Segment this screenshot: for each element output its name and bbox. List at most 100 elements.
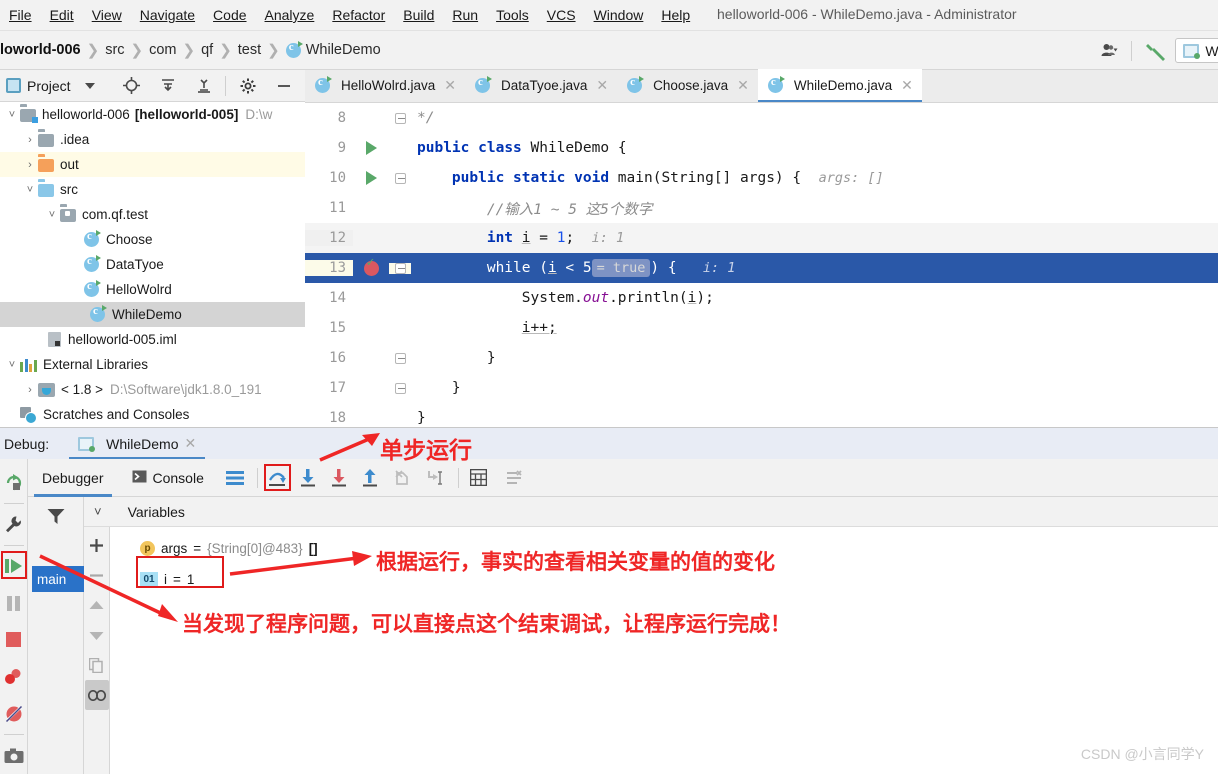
user-dropdown-icon[interactable]: [1093, 31, 1126, 70]
fold-icon[interactable]: [389, 262, 411, 274]
tree-node-src[interactable]: ˅ src: [0, 177, 305, 202]
settings-wrench-icon[interactable]: [0, 506, 28, 543]
copy-icon[interactable]: [85, 650, 109, 680]
chevron-down-icon[interactable]: ˅: [44, 209, 60, 221]
breadcrumb-src[interactable]: src: [105, 42, 124, 58]
tree-node-scratches[interactable]: Scratches and Consoles: [0, 402, 305, 427]
code-editor[interactable]: 8 */ 9 public class WhileDemo { 10 publi…: [305, 103, 1218, 427]
java-class-icon: [767, 76, 785, 93]
force-step-into-icon[interactable]: [326, 464, 353, 491]
breadcrumb-project[interactable]: lloworld-006: [0, 42, 81, 58]
code-text: }: [451, 380, 461, 396]
tree-node-external-libraries[interactable]: ˅ External Libraries: [0, 352, 305, 377]
menu-navigate[interactable]: Navigate: [131, 3, 204, 27]
menu-file[interactable]: File: [0, 3, 41, 27]
tree-label: External Libraries: [43, 357, 149, 372]
run-to-cursor-icon[interactable]: [423, 464, 450, 491]
tree-node-hellowolrd[interactable]: HelloWolrd: [0, 277, 305, 302]
breadcrumb-qf[interactable]: qf: [201, 42, 213, 58]
tree-node-choose[interactable]: Choose: [0, 227, 305, 252]
screenshot-icon[interactable]: [0, 737, 28, 774]
menu-code[interactable]: Code: [204, 3, 255, 27]
fold-icon[interactable]: [389, 172, 411, 184]
fold-icon[interactable]: [389, 112, 411, 124]
tab-console[interactable]: Console: [118, 459, 218, 497]
debug-session-tab-whiledemo[interactable]: WhileDemo ✕: [69, 428, 206, 460]
hide-toolwindow-icon[interactable]: [273, 75, 295, 97]
chevron-right-icon[interactable]: ›: [22, 384, 38, 396]
frames-pane[interactable]: [28, 497, 84, 774]
gear-icon[interactable]: [237, 75, 259, 97]
run-gutter-icon[interactable]: [353, 141, 389, 155]
tree-node-iml[interactable]: helloworld-005.iml: [0, 327, 305, 352]
step-out-icon[interactable]: [357, 464, 384, 491]
close-icon[interactable]: ✕: [737, 77, 749, 94]
tree-node-idea[interactable]: › .idea: [0, 127, 305, 152]
show-execution-point-icon[interactable]: [222, 464, 249, 491]
collapse-all-icon[interactable]: [193, 75, 215, 97]
close-icon[interactable]: ✕: [444, 77, 456, 94]
menu-help[interactable]: Help: [652, 3, 699, 27]
chevron-down-icon[interactable]: ˅: [4, 109, 20, 121]
down-icon[interactable]: [85, 620, 109, 650]
resume-program-icon[interactable]: [0, 548, 28, 585]
locate-icon[interactable]: [121, 75, 143, 97]
menu-edit[interactable]: Edit: [41, 3, 83, 27]
editor-tab-datatyoe[interactable]: DataTyoe.java ✕: [465, 69, 617, 102]
stop-icon[interactable]: [0, 622, 28, 659]
close-icon[interactable]: ✕: [901, 77, 913, 94]
step-over-icon[interactable]: [263, 464, 291, 491]
code-line-18: 18 }: [305, 403, 1218, 427]
settings-icon[interactable]: [502, 464, 529, 491]
step-into-icon[interactable]: [295, 464, 322, 491]
menu-build[interactable]: Build: [394, 3, 443, 27]
menu-run-label: Run: [452, 7, 479, 23]
rerun-icon[interactable]: [0, 464, 28, 501]
breadcrumb-com[interactable]: com: [149, 42, 176, 58]
chevron-down-icon[interactable]: ˅: [4, 359, 20, 371]
watch-icon[interactable]: [84, 680, 109, 710]
filter-icon[interactable]: [47, 497, 65, 536]
drop-frame-icon[interactable]: [390, 464, 417, 491]
breakpoint-icon[interactable]: [353, 255, 389, 276]
chevron-down-icon[interactable]: ˅: [94, 504, 102, 519]
run-configuration-selector[interactable]: WhileDem: [1175, 38, 1218, 63]
menu-tools[interactable]: Tools: [487, 3, 538, 27]
expand-all-icon[interactable]: [157, 75, 179, 97]
pause-program-icon[interactable]: [0, 585, 28, 622]
editor-tab-hellowolrd[interactable]: HelloWolrd.java ✕: [305, 69, 465, 102]
run-gutter-icon[interactable]: [353, 171, 389, 185]
tab-debugger[interactable]: Debugger: [28, 459, 118, 497]
tree-node-out[interactable]: › out: [0, 152, 305, 177]
editor-tab-choose[interactable]: Choose.java ✕: [617, 69, 758, 102]
menu-window[interactable]: Window: [585, 3, 653, 27]
menu-view[interactable]: View: [83, 3, 131, 27]
tree-node-helloworld-006[interactable]: ˅ helloworld-006 [helloworld-005] D:\w: [0, 102, 305, 127]
project-tree[interactable]: ˅ helloworld-006 [helloworld-005] D:\w ›…: [0, 102, 305, 427]
mute-breakpoints-icon[interactable]: [0, 695, 28, 732]
menu-analyze[interactable]: Analyze: [256, 3, 324, 27]
code-line-8: 8 */: [305, 103, 1218, 133]
fold-icon[interactable]: [389, 352, 411, 364]
close-icon[interactable]: ✕: [185, 435, 197, 452]
view-breakpoints-icon[interactable]: [0, 658, 28, 695]
tree-node-whiledemo[interactable]: WhileDemo: [0, 302, 305, 327]
tree-node-jdk[interactable]: › < 1.8 > D:\Software\jdk1.8.0_191: [0, 377, 305, 402]
chevron-right-icon[interactable]: ›: [22, 159, 38, 171]
editor-tab-whiledemo[interactable]: WhileDemo.java ✕: [757, 69, 922, 102]
chevron-down-icon[interactable]: ˅: [22, 184, 38, 196]
chevron-right-icon[interactable]: ›: [22, 134, 38, 146]
build-hammer-icon[interactable]: [1137, 31, 1175, 70]
menu-vcs[interactable]: VCS: [538, 3, 585, 27]
tree-node-datatyoe[interactable]: DataTyoe: [0, 252, 305, 277]
chevron-down-icon[interactable]: [79, 75, 101, 97]
close-icon[interactable]: ✕: [596, 77, 608, 94]
tree-node-package[interactable]: ˅ com.qf.test: [0, 202, 305, 227]
evaluate-expression-icon[interactable]: [465, 464, 492, 491]
fold-icon[interactable]: [389, 382, 411, 394]
breadcrumb-test[interactable]: test: [238, 42, 261, 58]
menu-run[interactable]: Run: [443, 3, 487, 27]
breadcrumb-class[interactable]: WhileDemo: [285, 40, 381, 58]
menu-refactor[interactable]: Refactor: [323, 3, 394, 27]
java-class-icon: [90, 305, 107, 322]
